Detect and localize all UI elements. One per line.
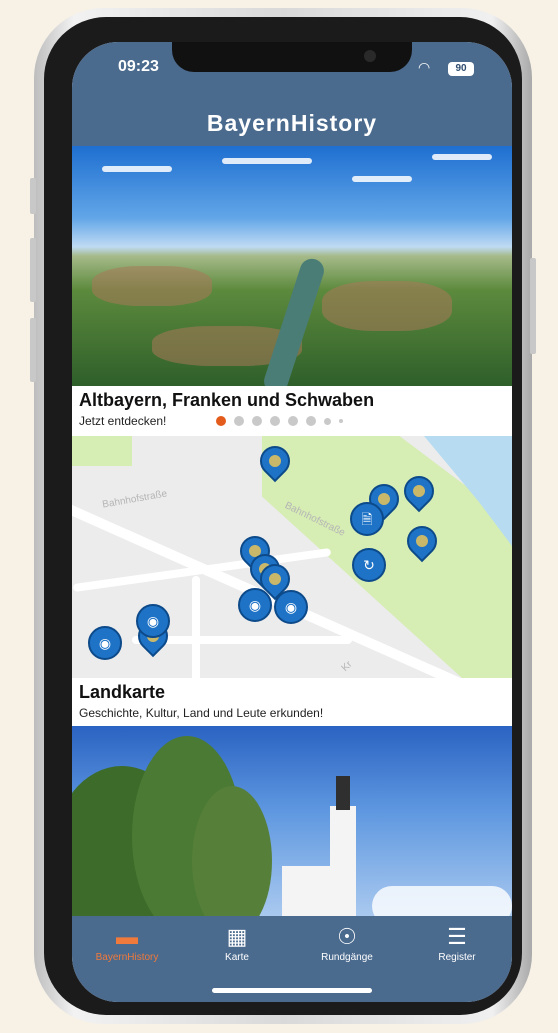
cloud <box>432 154 492 160</box>
town-area <box>322 281 452 331</box>
camera-icon <box>364 50 376 62</box>
tab-label: Register <box>438 952 476 963</box>
home-indicator[interactable] <box>212 988 372 993</box>
park-area <box>72 436 132 466</box>
panorama-pin-icon[interactable]: ↻ <box>352 548 386 582</box>
town-area <box>92 266 212 306</box>
cloud <box>372 886 512 916</box>
card-image-church[interactable] <box>72 726 512 916</box>
cloud <box>102 166 172 172</box>
power-button <box>530 258 536 354</box>
carousel-dot[interactable] <box>306 416 316 426</box>
card-subtitle: Jetzt entdecken! <box>79 414 167 428</box>
carousel-dot[interactable] <box>324 417 331 425</box>
volume-up-button <box>30 238 36 302</box>
bezel: 09:23 ◠ 90 BayernHistory Altbayern, Fran… <box>44 17 522 1015</box>
church-spire <box>336 776 350 810</box>
stack-icon: ☰ <box>447 924 467 949</box>
battery-icon: 90 <box>448 62 474 76</box>
card-caption-map[interactable]: Landkarte Geschichte, Kultur, Land und L… <box>72 678 512 726</box>
status-time: 09:23 <box>118 58 159 75</box>
wifi-icon: ◠ <box>418 59 431 75</box>
street-label: Bahnhofstraße <box>101 488 169 511</box>
tab-karte[interactable]: ▦ Karte <box>182 916 292 976</box>
hero-image-aerial[interactable] <box>72 146 512 397</box>
phone-frame: 09:23 ◠ 90 BayernHistory Altbayern, Fran… <box>30 8 536 1024</box>
document-pin-icon[interactable]: 🗎 <box>350 502 384 536</box>
volume-down-button <box>30 318 36 382</box>
page-title: BayernHistory <box>206 110 378 136</box>
mute-switch <box>30 178 36 214</box>
chat-icon: ▬ <box>116 924 138 949</box>
camera-pin-icon[interactable]: ◉ <box>88 626 122 660</box>
card-caption-regions[interactable]: Altbayern, Franken und Schwaben Jetzt en… <box>72 386 512 436</box>
church-facade <box>282 866 352 916</box>
tab-label: Rundgänge <box>321 952 373 963</box>
carousel-dot[interactable] <box>339 419 343 423</box>
carousel-dot[interactable] <box>216 416 226 426</box>
tab-label: BayernHistory <box>95 952 159 963</box>
app-header: BayernHistory <box>72 100 512 146</box>
map-icon: ▦ <box>226 924 248 949</box>
road <box>192 576 200 678</box>
river <box>260 255 328 397</box>
street-label: Kr <box>339 659 355 674</box>
tab-register[interactable]: ☰ Register <box>402 916 512 976</box>
tab-label: Karte <box>225 952 249 963</box>
card-title: Landkarte <box>79 682 166 702</box>
carousel-dot[interactable] <box>234 416 244 426</box>
cloud <box>352 176 412 182</box>
notch <box>172 42 412 72</box>
tab-bayernhistory[interactable]: ▬ BayernHistory <box>72 916 182 976</box>
screen: 09:23 ◠ 90 BayernHistory Altbayern, Fran… <box>72 42 512 1002</box>
camera-pin-icon[interactable]: ◉ <box>274 590 308 624</box>
tree <box>192 786 272 916</box>
card-title: Altbayern, Franken und Schwaben <box>79 390 375 410</box>
carousel-indicator[interactable] <box>216 416 343 426</box>
tab-rundgaenge[interactable]: ☉ Rundgänge <box>292 916 402 976</box>
map-preview[interactable]: Bahnhofstraße Bahnhofstraße Kr 🗎 ↻ ◉ ◉ ◉… <box>72 436 512 678</box>
cloud <box>222 158 312 164</box>
route-icon: ☉ <box>337 924 357 949</box>
road <box>72 547 332 593</box>
carousel-dot[interactable] <box>252 416 262 426</box>
camera-pin-icon[interactable]: ◉ <box>238 588 272 622</box>
carousel-dot[interactable] <box>270 416 280 426</box>
carousel-dot[interactable] <box>288 416 298 426</box>
card-subtitle: Geschichte, Kultur, Land und Leute erkun… <box>79 706 324 720</box>
camera-pin-icon[interactable]: ◉ <box>136 604 170 638</box>
